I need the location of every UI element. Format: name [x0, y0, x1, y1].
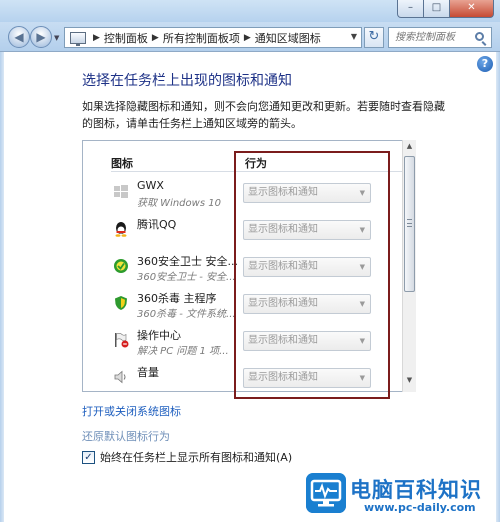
behavior-select-value: 显示图标和通知 [248, 261, 318, 272]
scroll-up-icon[interactable]: ▲ [403, 142, 416, 156]
address-bar[interactable]: ▶ 控制面板 ▶ 所有控制面板项 ▶ 通知区域图标 ▼ [64, 27, 362, 48]
watermark-title: 电脑百科知识 [350, 478, 482, 502]
window-frame-right [496, 52, 500, 522]
title-bar: – □ ✕ [0, 0, 500, 22]
always-show-label[interactable]: 始终在任务栏上显示所有图标和通知(A) [100, 449, 292, 465]
system-icons-link[interactable]: 打开或关闭系统图标 [82, 403, 181, 419]
behavior-select-value: 显示图标和通知 [248, 224, 318, 235]
refresh-button[interactable]: ↻ [364, 27, 384, 48]
list-item: 操作中心 解决 PC 问题 1 项... 显示图标和通知 ▼ [83, 323, 403, 360]
chevron-down-icon: ▼ [359, 337, 365, 345]
watermark: 电脑百科知识 www.pc-daily.com [306, 473, 496, 517]
header-divider [111, 171, 403, 172]
window-frame-left [0, 52, 4, 522]
breadcrumb-notification-icons[interactable]: 通知区域图标 [255, 30, 321, 46]
minimize-button[interactable]: – [397, 0, 424, 18]
360-shield-icon [115, 296, 127, 310]
app-name: 360杀毒 主程序 [137, 292, 217, 305]
chevron-down-icon: ▼ [359, 189, 365, 197]
restore-defaults-link[interactable]: 还原默认图标行为 [82, 428, 170, 444]
maximize-button[interactable]: □ [424, 0, 450, 18]
list-item: 音量 显示图标和通知 ▼ [83, 360, 403, 391]
chevron-down-icon[interactable]: ▼ [351, 32, 357, 41]
control-panel-icon [70, 31, 86, 46]
behavior-select[interactable]: 显示图标和通知 ▼ [243, 294, 371, 314]
speaker-icon [114, 370, 126, 384]
help-icon[interactable]: ? [477, 56, 493, 72]
recent-pages-dropdown[interactable]: ▼ [54, 34, 59, 42]
app-name: 腾讯QQ [137, 218, 177, 231]
list-item: 360安全卫士 安全... 360安全卫士 - 安全... 显示图标和通知 ▼ [83, 249, 403, 286]
window-controls: – □ ✕ [397, 0, 494, 18]
navigation-bar: ◀ ▶ ▼ ▶ 控制面板 ▶ 所有控制面板项 ▶ 通知区域图标 ▼ ↻ [0, 22, 500, 52]
chevron-right-icon[interactable]: ▶ [93, 33, 100, 43]
vertical-scrollbar[interactable]: ▲ ▼ [402, 140, 416, 392]
list-item: 360杀毒 主程序 360杀毒 - 文件系统... 显示图标和通知 ▼ [83, 286, 403, 323]
chevron-down-icon: ▼ [359, 300, 365, 308]
app-name: GWX [137, 179, 164, 192]
behavior-select-value: 显示图标和通知 [248, 298, 318, 309]
always-show-checkbox[interactable]: ✓ [82, 450, 95, 464]
behavior-select[interactable]: 显示图标和通知 ▼ [243, 220, 371, 240]
behavior-select[interactable]: 显示图标和通知 ▼ [243, 368, 371, 388]
list-item: 腾讯QQ 显示图标和通知 ▼ [83, 212, 403, 249]
list-item: GWX 获取 Windows 10 显示图标和通知 ▼ [83, 175, 403, 212]
action-center-flag-icon [115, 333, 129, 348]
app-name: 操作中心 [137, 329, 181, 342]
app-description: 解决 PC 问题 1 项... [137, 346, 229, 357]
chevron-right-icon[interactable]: ▶ [244, 33, 251, 43]
breadcrumb-all-items[interactable]: 所有控制面板项 [163, 30, 240, 46]
behavior-column-header: 行为 [245, 157, 267, 170]
behavior-select[interactable]: 显示图标和通知 ▼ [243, 257, 371, 277]
qq-penguin-icon [115, 222, 127, 237]
app-name: 360安全卫士 安全... [137, 255, 238, 268]
always-show-option[interactable]: ✓ 始终在任务栏上显示所有图标和通知(A) [82, 450, 292, 464]
behavior-select[interactable]: 显示图标和通知 ▼ [243, 183, 371, 203]
breadcrumb-control-panel[interactable]: 控制面板 [104, 30, 148, 46]
chevron-down-icon: ▼ [359, 226, 365, 234]
pc-daily-logo-icon [306, 473, 346, 513]
chevron-down-icon: ▼ [359, 374, 365, 382]
back-button[interactable]: ◀ [8, 26, 30, 48]
notification-icons-list: 图标 行为 GWX 获取 Windows 10 显示图标和通知 ▼ 腾讯QQ 显… [82, 140, 416, 392]
app-name: 音量 [137, 366, 159, 379]
page-description: 如果选择隐藏图标和通知，则不会向您通知更改和更新。若要随时查看隐藏的图标，请单击… [82, 100, 445, 130]
watermark-url: www.pc-daily.com [364, 501, 476, 514]
scroll-down-icon[interactable]: ▼ [403, 376, 416, 390]
behavior-select-value: 显示图标和通知 [248, 372, 318, 383]
behavior-select[interactable]: 显示图标和通知 ▼ [243, 331, 371, 351]
360-safe-icon [114, 259, 128, 273]
page-title: 选择在任务栏上出现的图标和通知 [82, 73, 292, 89]
grip-icon [407, 219, 412, 227]
close-button[interactable]: ✕ [450, 0, 494, 18]
behavior-select-value: 显示图标和通知 [248, 335, 318, 346]
app-description: 获取 Windows 10 [137, 198, 221, 209]
icons-column-header: 图标 [111, 157, 133, 170]
forward-button[interactable]: ▶ [30, 26, 52, 48]
app-description: 360杀毒 - 文件系统... [137, 309, 236, 320]
app-description: 360安全卫士 - 安全... [137, 272, 236, 283]
search-icon[interactable] [475, 32, 484, 41]
chevron-right-icon[interactable]: ▶ [152, 33, 159, 43]
behavior-select-value: 显示图标和通知 [248, 187, 318, 198]
chevron-down-icon: ▼ [359, 263, 365, 271]
scrollbar-thumb[interactable] [404, 156, 415, 292]
windows-flag-icon [114, 185, 128, 198]
